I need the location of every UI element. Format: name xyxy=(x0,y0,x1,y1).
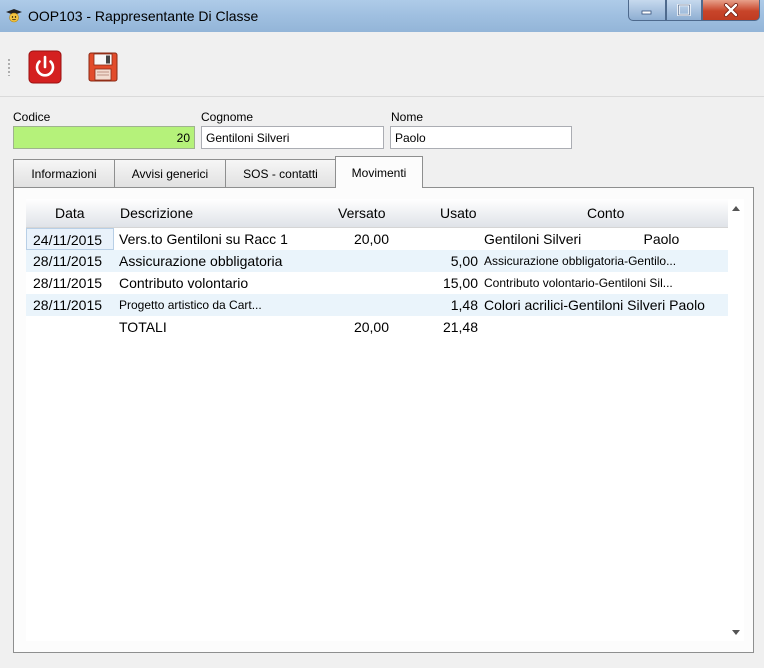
tab-sos-contatti[interactable]: SOS - contatti xyxy=(225,159,336,187)
cell-descrizione[interactable]: Assicurazione obbligatoria xyxy=(119,253,329,269)
cognome-field[interactable]: Gentiloni Silveri xyxy=(201,126,384,149)
totals-row: TOTALI 20,00 21,48 xyxy=(26,316,728,338)
column-header-conto[interactable]: Conto xyxy=(587,205,624,221)
table-row[interactable]: 28/11/2015 Contributo volontario 15,00 C… xyxy=(26,272,728,294)
graduate-icon xyxy=(6,9,22,23)
cell-data[interactable]: 28/11/2015 xyxy=(33,253,117,269)
cell-data[interactable]: 28/11/2015 xyxy=(33,275,117,291)
table-header: Data Descrizione Versato Usato Conto xyxy=(26,199,728,228)
cell-descrizione[interactable]: Vers.to Gentiloni su Racc 1 xyxy=(119,231,329,247)
cell-data[interactable]: 28/11/2015 xyxy=(33,297,117,313)
close-icon xyxy=(724,3,738,17)
table-row[interactable]: 28/11/2015 Assicurazione obbligatoria 5,… xyxy=(26,250,728,272)
table-row[interactable]: 28/11/2015 Progetto artistico da Cart...… xyxy=(26,294,728,316)
nome-field[interactable]: Paolo xyxy=(390,126,572,149)
table-row[interactable]: 24/11/2015 Vers.to Gentiloni su Racc 1 2… xyxy=(26,228,728,250)
cell-usato[interactable]: 5,00 xyxy=(406,253,478,269)
tab-movimenti[interactable]: Movimenti xyxy=(335,156,423,188)
tab-informazioni[interactable]: Informazioni xyxy=(13,159,115,187)
toolbar-separator xyxy=(0,96,764,97)
cell-usato[interactable]: 15,00 xyxy=(406,275,478,291)
codice-field[interactable]: 20 xyxy=(13,126,195,149)
exit-button[interactable] xyxy=(28,50,62,84)
cell-usato[interactable]: 1,48 xyxy=(406,297,478,313)
column-header-usato[interactable]: Usato xyxy=(440,205,477,221)
column-header-data[interactable]: Data xyxy=(55,205,85,221)
maximize-icon xyxy=(677,4,691,16)
floppy-disk-icon xyxy=(88,52,118,82)
minimize-button[interactable] xyxy=(628,0,666,21)
power-icon xyxy=(28,50,62,84)
cell-data[interactable]: 24/11/2015 xyxy=(26,228,114,250)
totals-usato: 21,48 xyxy=(442,319,478,335)
title-bar[interactable]: OOP103 - Rappresentante Di Classe xyxy=(0,0,764,32)
scroll-down-arrow-icon[interactable] xyxy=(732,630,740,635)
movimenti-table[interactable]: Data Descrizione Versato Usato Conto 24/… xyxy=(26,199,728,641)
tab-avvisi-generici[interactable]: Avvisi generici xyxy=(114,159,226,187)
maximize-button[interactable] xyxy=(666,0,702,21)
column-header-descrizione[interactable]: Descrizione xyxy=(120,205,193,221)
cell-descrizione[interactable]: Progetto artistico da Cart... xyxy=(119,298,329,312)
scroll-up-arrow-icon[interactable] xyxy=(732,206,740,211)
cell-conto[interactable]: Contributo volontario-Gentiloni Sil... xyxy=(484,276,728,290)
cell-conto[interactable]: Gentiloni Silveri Paolo xyxy=(484,231,728,247)
vertical-scrollbar[interactable] xyxy=(728,199,744,641)
toolbar-grip[interactable] xyxy=(7,58,11,76)
totals-versato: 20,00 xyxy=(353,319,389,335)
cognome-label: Cognome xyxy=(201,110,254,124)
codice-label: Codice xyxy=(13,110,51,124)
cell-versato[interactable]: 20,00 xyxy=(331,231,389,247)
window-title: OOP103 - Rappresentante Di Classe xyxy=(28,8,259,24)
minimize-icon xyxy=(641,10,652,15)
close-button[interactable] xyxy=(702,0,760,21)
nome-label: Nome xyxy=(391,110,424,124)
cell-descrizione[interactable]: Contributo volontario xyxy=(119,275,329,291)
totals-label: TOTALI xyxy=(119,319,167,335)
column-header-versato[interactable]: Versato xyxy=(338,205,385,221)
cell-conto[interactable]: Assicurazione obbligatoria-Gentilo... xyxy=(484,254,728,268)
save-button[interactable] xyxy=(86,50,120,84)
cell-conto[interactable]: Colori acrilici-Gentiloni Silveri Paolo xyxy=(484,297,728,313)
app-window: OOP103 - Rappresentante Di Classe Codice… xyxy=(0,0,764,668)
